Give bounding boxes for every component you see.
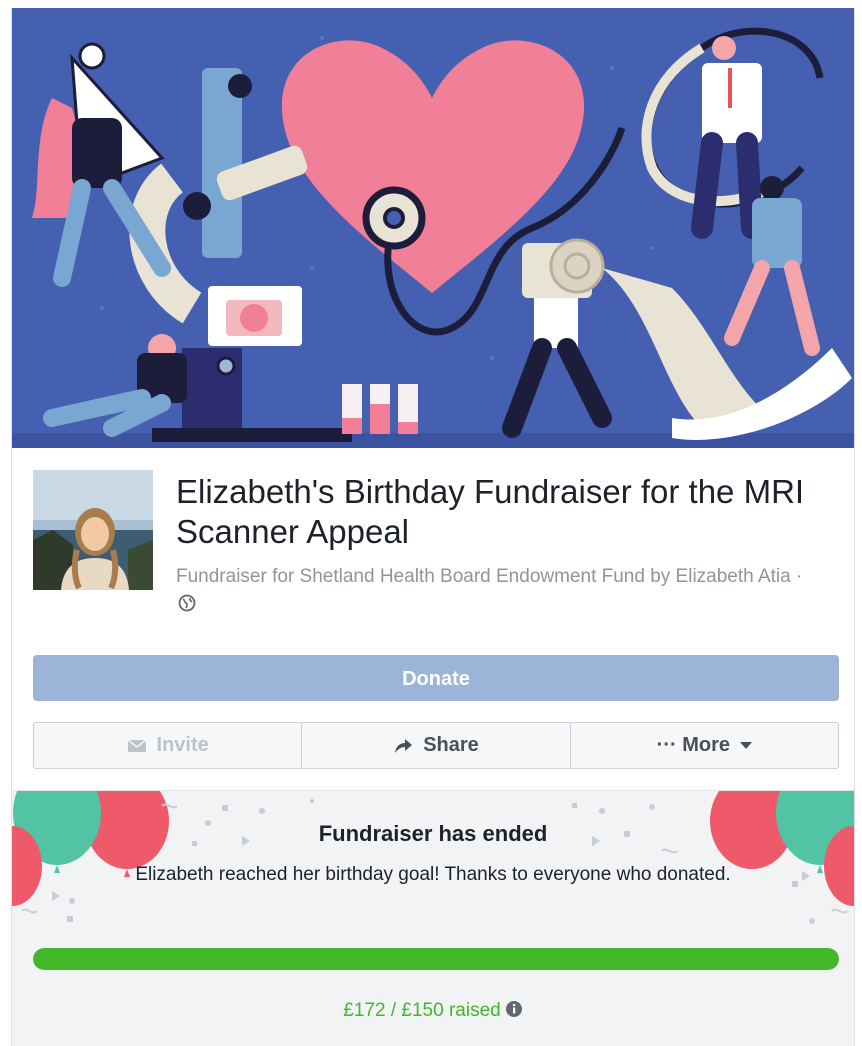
ended-message: Elizabeth reached her birthday goal! Tha… bbox=[135, 864, 731, 885]
donate-button[interactable]: Donate bbox=[33, 655, 839, 701]
fundraiser-subtitle: Fundraiser for Shetland Health Board End… bbox=[176, 563, 826, 621]
progress-bar bbox=[33, 948, 839, 970]
invite-button[interactable]: Invite bbox=[34, 723, 303, 768]
raised-amount: £172 / £150 raised bbox=[12, 1000, 854, 1024]
raised-text: £172 / £150 raised bbox=[343, 1000, 501, 1021]
share-label: Share bbox=[423, 734, 479, 756]
info-icon[interactable] bbox=[505, 1000, 523, 1024]
fundraiser-title[interactable]: Elizabeth's Birthday Fundraiser for the … bbox=[176, 472, 826, 552]
share-arrow-icon bbox=[393, 737, 413, 755]
fundraiser-byline: Fundraiser for Shetland Health Board End… bbox=[176, 566, 803, 587]
envelope-icon bbox=[127, 738, 147, 754]
fundraiser-card: Elizabeth's Birthday Fundraiser for the … bbox=[11, 8, 855, 1046]
caret-down-icon bbox=[739, 741, 752, 750]
invite-label: Invite bbox=[156, 734, 209, 756]
fundraiser-header: Elizabeth's Birthday Fundraiser for the … bbox=[33, 470, 833, 612]
globe-icon bbox=[178, 593, 196, 621]
more-label: ··· More bbox=[656, 734, 730, 756]
action-bar: Invite Share ··· More bbox=[33, 722, 839, 769]
avatar[interactable] bbox=[33, 470, 153, 590]
share-button[interactable]: Share bbox=[302, 723, 571, 768]
cover-illustration bbox=[12, 8, 854, 448]
fundraiser-ended-panel: Fundraiser has ended Elizabeth reached h… bbox=[12, 790, 854, 1046]
progress-fill bbox=[33, 948, 839, 970]
ended-title: Fundraiser has ended bbox=[318, 821, 548, 846]
more-button[interactable]: ··· More bbox=[571, 723, 838, 768]
